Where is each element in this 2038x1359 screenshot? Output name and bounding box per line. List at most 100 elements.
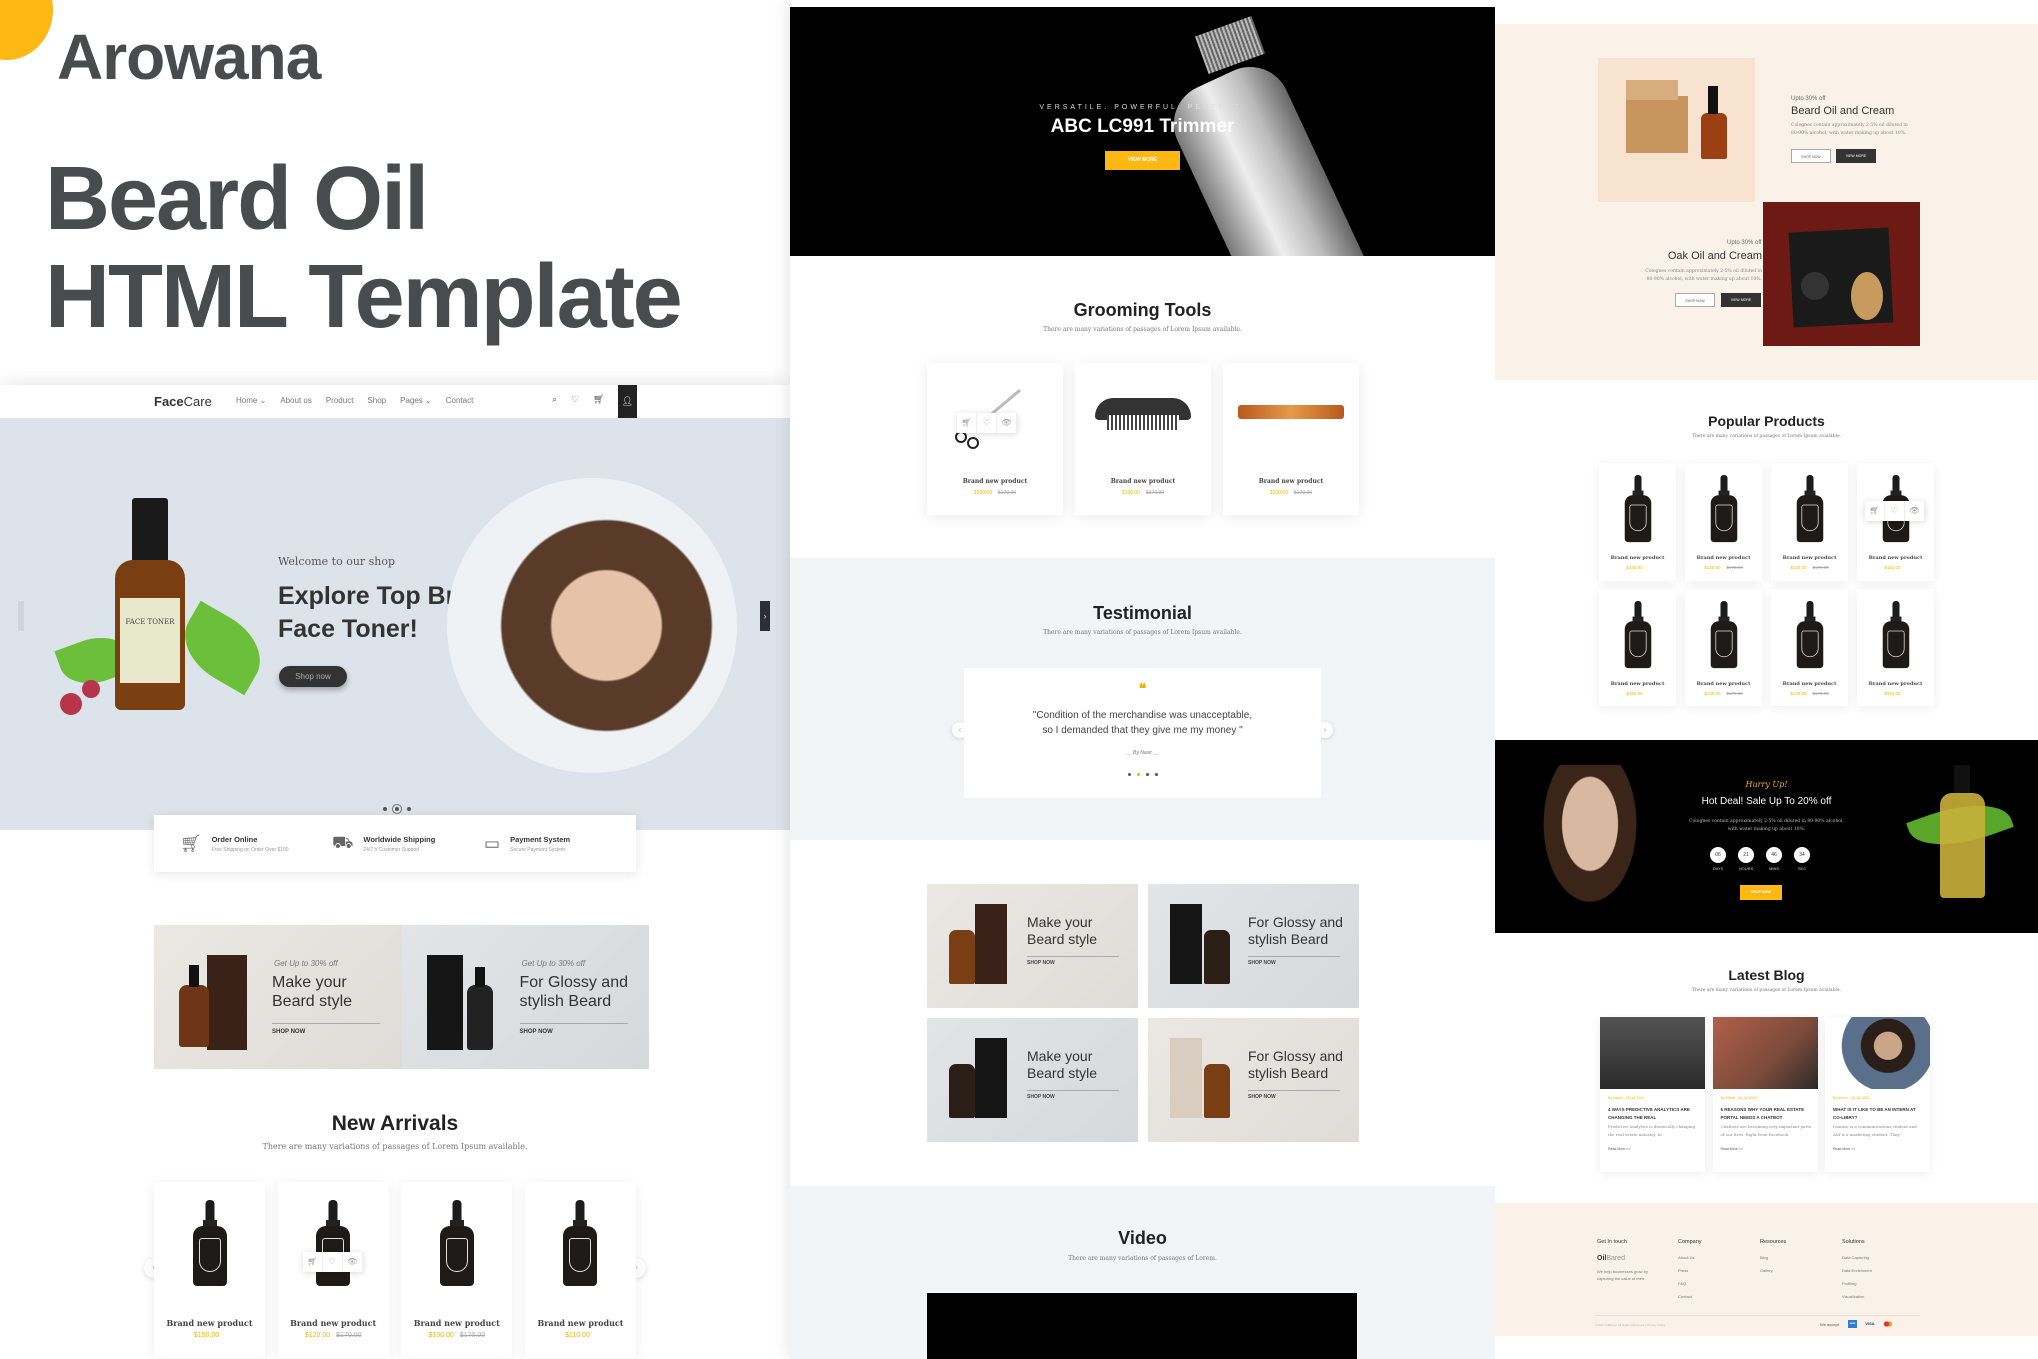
promo-banner[interactable]: Make your Beard style SHOP NOW — [927, 884, 1138, 1008]
heart-icon[interactable]: ♡ — [571, 394, 579, 405]
shop-now-link[interactable]: SHOP NOW — [1248, 1094, 1276, 1100]
wishlist-icon[interactable]: ♡ — [1885, 501, 1905, 521]
video-player[interactable] — [927, 1293, 1357, 1359]
search-icon[interactable]: ⌕ — [552, 394, 557, 405]
blog-card[interactable]: By Admin - 18 Jul 2020 WHAT IS IT LIKE TO… — [1825, 1017, 1930, 1172]
product-card[interactable]: Brand new product $150.00 — [154, 1182, 265, 1358]
add-to-cart-icon[interactable]: 🛒︎ — [303, 1252, 323, 1272]
product-card[interactable]: Brand new product $130.00 $170.00 — [1685, 588, 1762, 706]
product-card[interactable]: Brand new product $130.00 $170.00 — [401, 1182, 513, 1358]
slider-dot[interactable] — [383, 807, 387, 811]
nav-product[interactable]: Product — [326, 396, 354, 405]
nav-pages[interactable]: Pages ⌄ — [400, 396, 432, 405]
quick-view-icon[interactable]: 👁︎ — [343, 1252, 363, 1272]
footer-link[interactable]: Data Enrichment — [1842, 1268, 1872, 1273]
shop-now-button[interactable]: Shop now — [279, 666, 347, 687]
product-card[interactable]: Brand new product $130.00 $170.00 — [1075, 363, 1211, 515]
blog-title[interactable]: 4 WAYS PREDICTIVE ANALYTICS ARE CHANGING… — [1608, 1106, 1700, 1122]
product-name[interactable]: Brand new product — [525, 1318, 636, 1328]
footer-link[interactable]: Data Capturing — [1842, 1255, 1872, 1260]
product-name[interactable]: Brand new product — [1599, 555, 1676, 561]
shop-now-link[interactable]: SHOP NOW — [272, 1029, 305, 1035]
product-card[interactable]: 🛒︎ ♡ 👁︎ Brand new product $120.00 $170.00 — [277, 1182, 389, 1358]
product-card[interactable]: 🛒︎ ♡ 👁︎ Brand new product $130.00 $170.00 — [927, 363, 1063, 515]
read-more-link[interactable]: Read More >> — [1608, 1147, 1630, 1151]
footer-link[interactable]: Visualization — [1842, 1294, 1872, 1299]
wishlist-icon[interactable]: ♡ — [323, 1252, 343, 1272]
deal-shop-now-button[interactable]: SHOP NOW — [1740, 885, 1782, 900]
site-logo[interactable]: FaceCare — [154, 394, 212, 409]
product-card[interactable]: Brand new product $150.00 — [1599, 463, 1676, 581]
wishlist-icon[interactable]: ♡ — [977, 413, 997, 433]
product-card[interactable]: Brand new product $130.00 $170.00 — [1771, 463, 1848, 581]
carousel-dot[interactable] — [1154, 773, 1158, 776]
quick-view-icon[interactable]: 👁︎ — [997, 413, 1017, 433]
nav-shop[interactable]: Shop — [367, 396, 386, 405]
promo-banner[interactable]: Get Up to 30% off For Glossy and stylish … — [401, 925, 649, 1069]
product-name[interactable]: Brand new product — [1857, 681, 1934, 687]
product-card[interactable]: 🛒︎ ♡ 👁︎ Brand new product $110.00 — [1857, 463, 1934, 581]
footer-link[interactable]: FAQ — [1678, 1281, 1702, 1286]
carousel-dot[interactable] — [1145, 773, 1149, 776]
shop-now-button[interactable]: SHOP NOW — [1675, 293, 1715, 307]
user-icon[interactable]: 👤︎ — [618, 385, 637, 418]
product-name[interactable]: Brand new product — [278, 1318, 389, 1328]
product-name[interactable]: Brand new product — [154, 1318, 265, 1328]
blog-card[interactable]: By Admin - 18 Jul 2020 4 WAYS PREDICTIVE … — [1600, 1017, 1705, 1172]
view-more-button[interactable]: VIEW MORE — [1721, 293, 1761, 307]
read-more-link[interactable]: Read More >> — [1721, 1147, 1743, 1151]
product-card[interactable]: Brand new product $110.00 — [1857, 588, 1934, 706]
nav-contact[interactable]: Contact — [446, 396, 474, 405]
shop-now-link[interactable]: SHOP NOW — [1248, 960, 1276, 966]
product-name[interactable]: Brand new product — [1771, 681, 1848, 687]
slider-prev-button[interactable] — [18, 601, 24, 631]
promo-banner[interactable]: For Glossy and stylish Beard SHOP NOW — [1148, 884, 1359, 1008]
shop-now-button[interactable]: SHOP NOW — [1791, 149, 1831, 163]
carousel-dot[interactable] — [1127, 773, 1131, 776]
carousel-dot[interactable] — [1136, 773, 1140, 776]
view-more-button[interactable]: VIEW MORE — [1105, 151, 1180, 170]
add-to-cart-icon[interactable]: 🛒︎ — [1865, 501, 1885, 521]
footer-link[interactable]: Gallery — [1760, 1268, 1786, 1273]
footer-link[interactable]: Profiling — [1842, 1281, 1872, 1286]
footer-logo[interactable]: OilBared — [1597, 1255, 1662, 1262]
cart-icon[interactable]: 🛒︎ — [593, 394, 604, 405]
blog-title[interactable]: 5 REASONS WHY YOUR REAL ESTATE PORTAL NE… — [1721, 1106, 1813, 1122]
blog-card[interactable]: By Admin - 18 Jul 2020 5 REASONS WHY YOUR… — [1712, 1017, 1818, 1172]
slider-next-button[interactable]: › — [760, 601, 770, 631]
footer-link[interactable]: About Us — [1678, 1255, 1702, 1260]
product-name[interactable]: Brand new product — [401, 1318, 512, 1328]
promo-banner[interactable]: Get Up to 30% off Make your Beard style S… — [154, 925, 402, 1069]
footer-link[interactable]: Press — [1678, 1268, 1702, 1273]
quick-view-icon[interactable]: 👁︎ — [1905, 501, 1925, 521]
nav-about[interactable]: About us — [280, 396, 312, 405]
blog-title[interactable]: WHAT IS IT LIKE TO BE AN INTERN AT CO-LI… — [1833, 1106, 1925, 1122]
product-card[interactable]: Brand new product $110.00 — [524, 1182, 636, 1358]
product-name[interactable]: Brand new product — [1599, 681, 1676, 687]
nav-home[interactable]: Home ⌄ — [236, 396, 266, 405]
middle-column: VERSATILE. POWERFUL. PERFECT. ABC LC991 … — [790, 0, 1495, 1359]
product-name[interactable]: Brand new product — [1771, 555, 1848, 561]
product-card[interactable]: Brand new product $130.00 $170.00 — [1223, 363, 1359, 515]
shop-now-link[interactable]: SHOP NOW — [1027, 960, 1055, 966]
product-card[interactable]: Brand new product $150.00 — [1599, 588, 1676, 706]
product-name[interactable]: Brand new product — [1685, 681, 1762, 687]
read-more-link[interactable]: Read More >> — [1833, 1147, 1855, 1151]
footer-link[interactable]: Contact — [1678, 1294, 1702, 1299]
beard-oil-box-image — [1170, 904, 1230, 984]
product-price: $130.00 $170.00 — [1704, 565, 1743, 570]
add-to-cart-icon[interactable]: 🛒︎ — [957, 413, 977, 433]
promo-banner[interactable]: For Glossy and stylish Beard SHOP NOW — [1148, 1018, 1359, 1142]
product-name[interactable]: Brand new product — [1857, 555, 1934, 561]
promo-banner[interactable]: Make your Beard style SHOP NOW — [927, 1018, 1138, 1142]
slider-dot[interactable] — [407, 807, 411, 811]
shop-now-link[interactable]: SHOP NOW — [520, 1029, 553, 1035]
view-more-button[interactable]: VIEW MORE — [1836, 149, 1876, 163]
slider-dot[interactable] — [395, 807, 399, 811]
product-card[interactable]: Brand new product $130.00 $170.00 — [1685, 463, 1762, 581]
product-name[interactable]: Brand new product — [1685, 555, 1762, 561]
product-price: $130.00 $170.00 — [1790, 565, 1829, 570]
product-card[interactable]: Brand new product $130.00 $170.00 — [1771, 588, 1848, 706]
footer-link[interactable]: Blog — [1760, 1255, 1786, 1260]
shop-now-link[interactable]: SHOP NOW — [1027, 1094, 1055, 1100]
